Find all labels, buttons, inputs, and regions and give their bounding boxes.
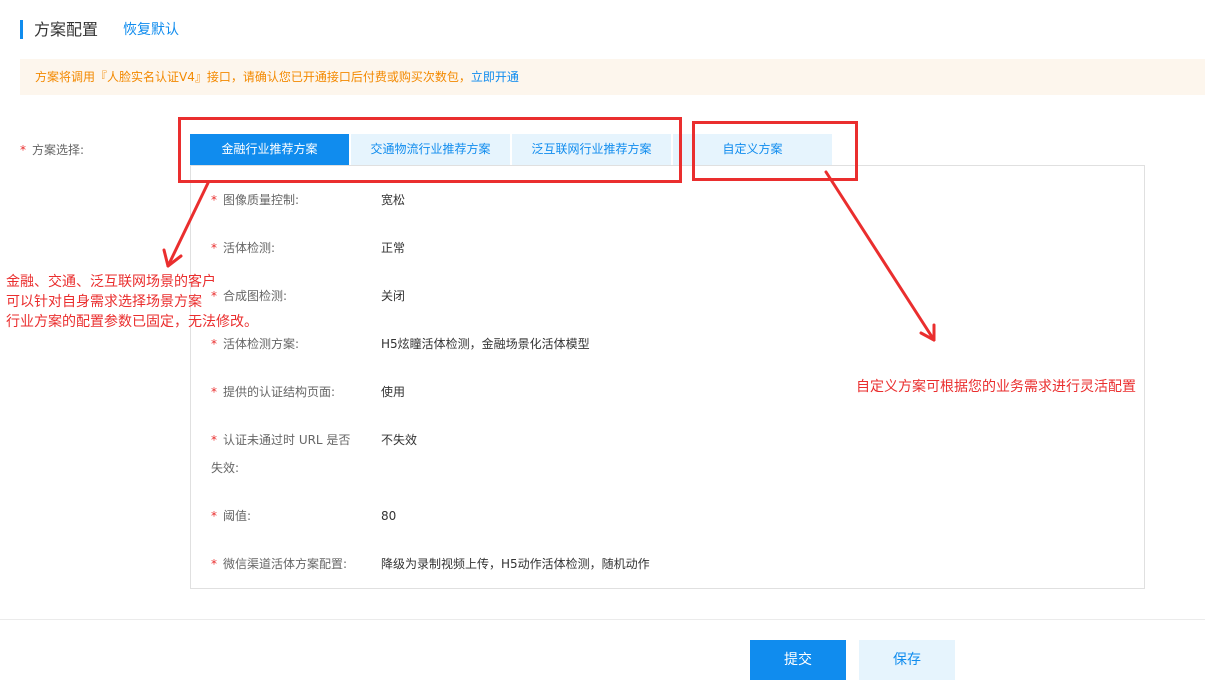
annotation-arrow-right (824, 170, 936, 342)
annotation-text-right: 自定义方案可根据您的业务需求进行灵活配置 (856, 379, 1136, 395)
annotation-arrow-left (166, 181, 210, 268)
annotation-arrows (162, 170, 936, 342)
annotation-text-left: 金融、交通、泛互联网场景的客户 可以针对自身需求选择场景方案 行业方案的配置参数… (6, 274, 258, 330)
